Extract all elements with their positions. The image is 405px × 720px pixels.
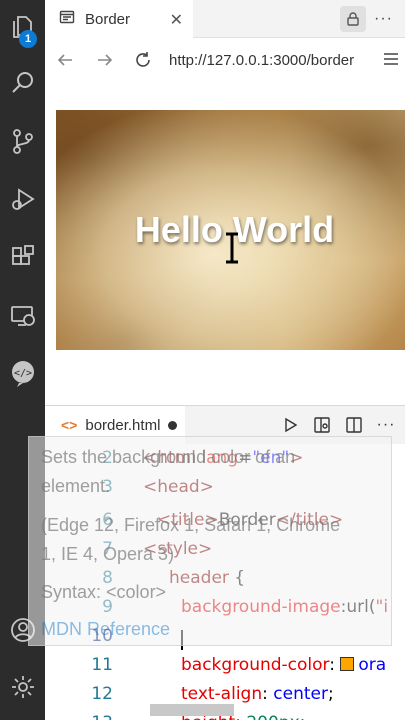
- explorer-icon[interactable]: 1: [0, 2, 45, 48]
- run-icon[interactable]: [277, 412, 303, 438]
- browser-tab-icon: [59, 9, 75, 30]
- html-file-icon: <>: [61, 417, 78, 433]
- hover-description-cont: element.: [41, 476, 111, 496]
- hover-browser-support: (Edge 12, Firefox 1, Safari 1, Chrome: [41, 515, 341, 535]
- hamburger-menu-icon[interactable]: [383, 51, 399, 72]
- remote-explorer-icon[interactable]: [0, 293, 45, 339]
- open-preview-icon[interactable]: [309, 412, 335, 438]
- back-arrow-icon[interactable]: [55, 50, 75, 70]
- hover-syntax: Syntax: <color>: [41, 582, 167, 602]
- hover-tooltip: Sets the background color of an element.…: [28, 436, 392, 646]
- editor-more-icon[interactable]: ···: [373, 412, 399, 438]
- source-control-icon[interactable]: [0, 118, 45, 164]
- browser-panel: Border ✕ ··· http://127.0.0.1:3000/borde…: [45, 0, 405, 405]
- code-line: 11 background-color: ora: [45, 655, 405, 684]
- line-number: 12: [91, 684, 113, 704]
- address-bar[interactable]: http://127.0.0.1:3000/border: [169, 52, 354, 69]
- reload-icon[interactable]: [133, 50, 153, 70]
- unsaved-dot-icon[interactable]: [168, 421, 177, 430]
- more-options-icon[interactable]: ···: [374, 10, 393, 28]
- header-background-image: Hello World: [56, 110, 405, 350]
- svg-text:</>: </>: [13, 368, 31, 379]
- live-preview-icon[interactable]: </>: [0, 350, 45, 396]
- settings-gear-icon[interactable]: [0, 664, 45, 710]
- run-debug-icon[interactable]: [0, 176, 45, 222]
- browser-tab[interactable]: Border ✕: [45, 0, 193, 38]
- browser-nav-bar: http://127.0.0.1:3000/border: [45, 40, 405, 80]
- line-number: 13: [45, 713, 113, 720]
- hover-description: Sets the background color of an: [41, 447, 296, 467]
- extensions-icon[interactable]: [0, 234, 45, 280]
- color-swatch-icon[interactable]: [340, 657, 355, 671]
- lock-icon[interactable]: [340, 6, 367, 32]
- browser-tab-bar: Border ✕ ···: [45, 0, 405, 38]
- line-number: 11: [91, 655, 113, 675]
- mdn-reference-link[interactable]: MDN Reference: [41, 615, 170, 643]
- close-icon[interactable]: ✕: [170, 10, 183, 30]
- browser-tab-title: Border: [85, 10, 131, 28]
- search-icon[interactable]: [0, 60, 45, 106]
- explorer-badge: 1: [19, 30, 37, 48]
- hover-browser-support-cont: 1, IE 4, Opera 3): [41, 544, 175, 564]
- ibeam-cursor-icon: [226, 232, 238, 264]
- split-editor-icon[interactable]: [341, 412, 367, 438]
- editor-tab-label: border.html: [85, 416, 161, 434]
- horizontal-scrollbar[interactable]: [150, 704, 234, 716]
- forward-arrow-icon[interactable]: [95, 50, 115, 70]
